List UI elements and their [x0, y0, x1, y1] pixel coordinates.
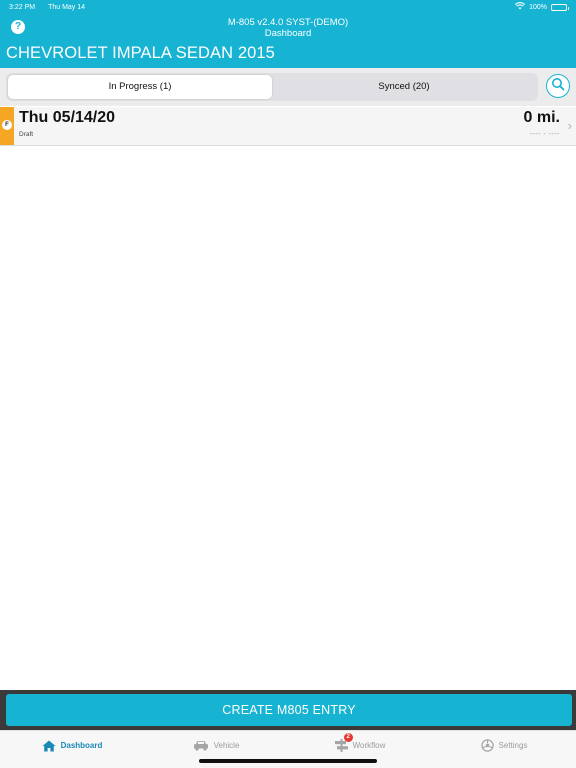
- car-icon: [193, 740, 209, 751]
- segmented-control: In Progress (1) Synced (20): [6, 73, 538, 101]
- home-indicator: [199, 759, 377, 763]
- entry-status: Draft: [19, 131, 34, 138]
- vehicle-title: CHEVROLET IMPALA SEDAN 2015: [6, 44, 275, 62]
- status-date: Thu May 14: [48, 3, 86, 11]
- bottom-panel: CREATE M805 ENTRY: [0, 690, 576, 730]
- entry-time-range: ---- - ----: [529, 131, 560, 138]
- entry-date: Thu 05/14/20: [19, 109, 116, 126]
- app-header: ? M-805 v2.4.0 SYST-(DEMO) Dashboard CHE…: [0, 14, 576, 68]
- battery-icon: [551, 3, 569, 11]
- tab-synced[interactable]: Synced (20): [272, 75, 536, 99]
- status-bar: 3:22 PM Thu May 14 100%: [0, 0, 576, 14]
- app-title: M-805 v2.4.0 SYST-(DEMO): [227, 17, 349, 28]
- chevron-right-icon: ›: [567, 118, 572, 133]
- search-button[interactable]: [546, 74, 570, 98]
- flag-badge: F: [2, 120, 12, 130]
- entry-miles: 0 mi.: [523, 109, 560, 126]
- screen-title: Dashboard: [264, 28, 312, 39]
- tab-workflow-label: Workflow: [352, 741, 386, 750]
- tab-in-progress[interactable]: In Progress (1): [8, 75, 272, 99]
- tab-settings-label: Settings: [498, 741, 528, 750]
- workflow-badge: 2: [343, 733, 353, 742]
- gear-icon: [480, 739, 494, 752]
- tab-dashboard-label: Dashboard: [60, 741, 103, 750]
- status-time: 3:22 PM: [9, 3, 36, 11]
- workflow-icon: 2: [334, 733, 353, 752]
- status-right: 100%: [515, 2, 569, 12]
- segment-bar: In Progress (1) Synced (20): [0, 68, 576, 106]
- entry-flag: F: [0, 107, 14, 145]
- search-icon: [551, 77, 565, 96]
- entry-row[interactable]: F Thu 05/14/20 Draft 0 mi. ---- - ---- ›: [0, 107, 576, 146]
- battery-percent: 100%: [529, 3, 547, 11]
- create-entry-button[interactable]: CREATE M805 ENTRY: [6, 694, 572, 726]
- tab-settings[interactable]: Settings: [432, 731, 576, 768]
- tab-vehicle-label: Vehicle: [213, 741, 240, 750]
- home-icon: [42, 740, 56, 752]
- wifi-icon: [515, 2, 526, 12]
- tab-dashboard[interactable]: Dashboard: [0, 731, 144, 768]
